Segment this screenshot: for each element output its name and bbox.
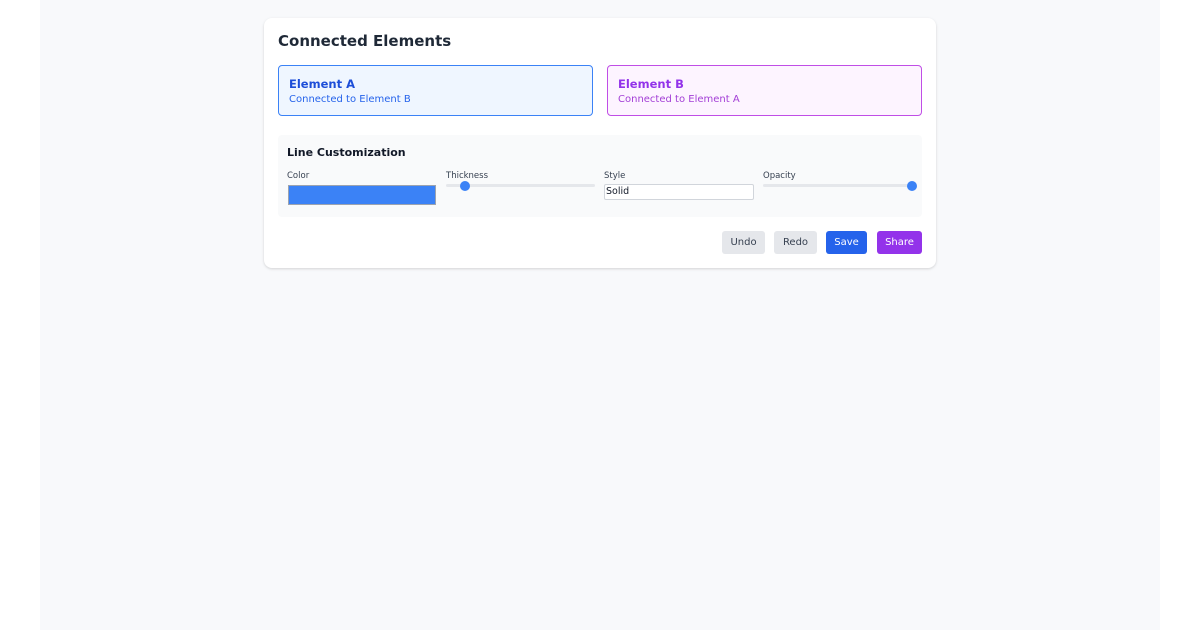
line-customization-title: Line Customization (287, 146, 406, 159)
page-title: Connected Elements (278, 32, 452, 50)
opacity-slider[interactable] (763, 181, 917, 191)
save-button[interactable]: Save (826, 231, 867, 254)
color-label: Color (287, 171, 310, 181)
element-b-connection: Connected to Element A (618, 94, 740, 105)
line-customization-panel: Line Customization Color Thickness Style… (278, 135, 922, 217)
connected-elements-card: Connected Elements Element A Connected t… (264, 18, 936, 268)
element-a-connection: Connected to Element B (289, 94, 411, 105)
style-label: Style (604, 171, 626, 181)
undo-button[interactable]: Undo (722, 231, 765, 254)
opacity-label: Opacity (763, 171, 796, 181)
element-b-name: Element B (618, 77, 684, 91)
color-picker[interactable] (288, 185, 436, 205)
thickness-slider-handle[interactable] (460, 181, 471, 191)
page-background: Connected Elements Element A Connected t… (40, 0, 1160, 630)
share-button[interactable]: Share (877, 231, 922, 254)
opacity-slider-handle[interactable] (907, 181, 917, 191)
element-a-name: Element A (289, 77, 355, 91)
thickness-label: Thickness (446, 171, 489, 181)
redo-button[interactable]: Redo (774, 231, 817, 254)
style-select[interactable]: Solid (604, 184, 754, 200)
element-a-card[interactable]: Element A Connected to Element B (278, 65, 593, 116)
thickness-slider[interactable] (446, 181, 595, 191)
element-b-card[interactable]: Element B Connected to Element A (607, 65, 922, 116)
